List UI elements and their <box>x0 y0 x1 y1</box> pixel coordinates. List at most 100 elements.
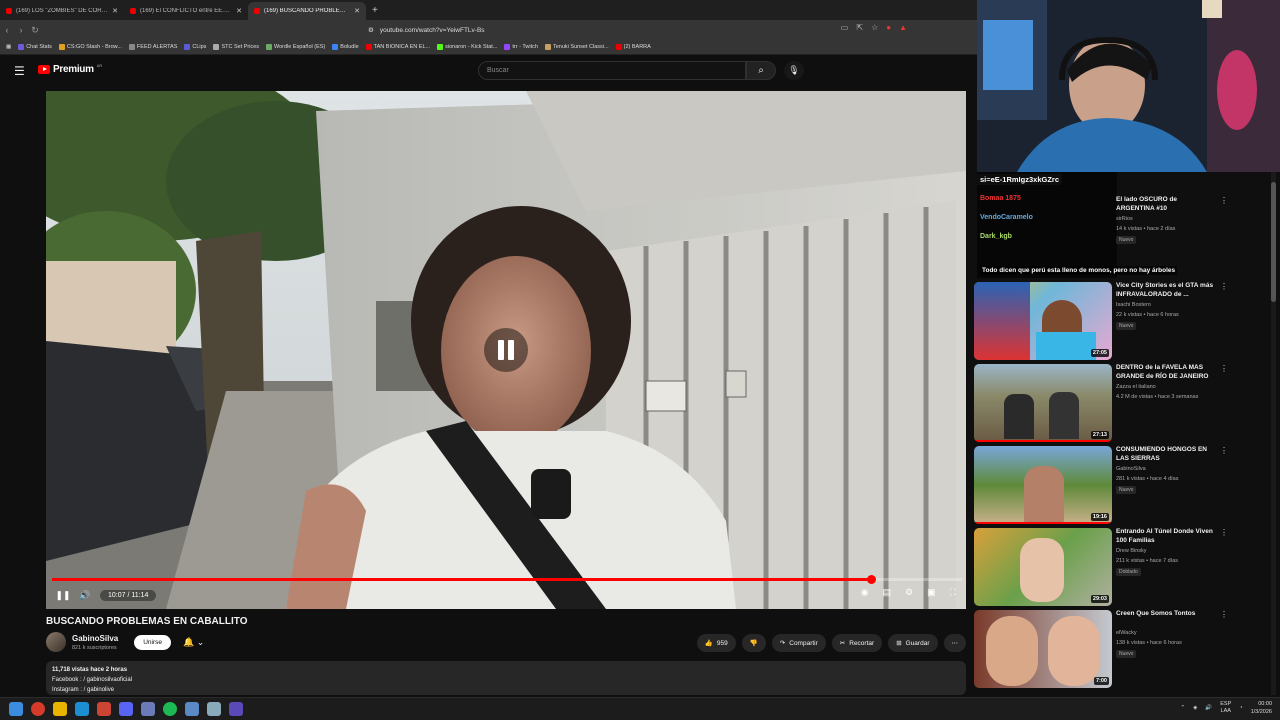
cast-icon[interactable]: ▭ <box>841 23 849 32</box>
language-indicator[interactable]: ESP LAA <box>1220 701 1231 715</box>
more-icon[interactable]: ⋮ <box>1220 282 1228 291</box>
obs-icon[interactable] <box>229 702 243 716</box>
bookmark-boludle[interactable]: Boludle <box>332 44 359 50</box>
bookmark-barra[interactable]: (2) BARRA <box>615 44 651 50</box>
more-icon[interactable]: ⋮ <box>1220 364 1228 373</box>
discord-icon[interactable] <box>119 702 133 716</box>
bookmark-csgo-stash[interactable]: CS:GO Stash - Brow... <box>58 44 122 50</box>
voice-search-button[interactable]: 🎙 <box>784 61 804 80</box>
back-icon[interactable]: ‹ <box>0 25 14 35</box>
extension-icon[interactable]: ● <box>886 23 891 32</box>
spotify-icon[interactable] <box>163 702 177 716</box>
video-progress-bar[interactable] <box>52 575 962 584</box>
subtitles-icon[interactable]: ▤ <box>883 587 892 598</box>
site-info-icon[interactable]: ⚙ <box>368 26 374 34</box>
bookmark-twitch[interactable]: trr - Twitch <box>504 44 538 50</box>
search-button[interactable]: ⌕ <box>746 61 776 80</box>
save-button[interactable]: ⊞ Guardar <box>888 634 938 652</box>
tab-zombies-cordoba[interactable]: (169) LOS "ZOMBIES" DE CORDOBA✕ <box>0 2 124 20</box>
pause-overlay-icon[interactable] <box>484 328 528 372</box>
watched-progress <box>974 440 1112 442</box>
fullscreen-icon[interactable]: ⛶ <box>950 587 956 598</box>
close-icon[interactable]: ✕ <box>354 7 360 15</box>
app-icon[interactable] <box>141 702 155 716</box>
windows-start-icon[interactable] <box>9 702 23 716</box>
search-input[interactable]: Buscar <box>478 61 746 80</box>
youtube-logo[interactable]: Premium AR <box>38 63 102 75</box>
progress-scrubber[interactable] <box>867 575 876 584</box>
description-box[interactable]: 11,718 vistas hace 2 horas Facebook : / … <box>46 661 966 695</box>
recommendation-item[interactable]: 29:03 Entrando Al Túnel Donde Viven 100 … <box>974 528 1274 608</box>
video-thumbnail[interactable]: 29:03 <box>974 528 1112 606</box>
app-icon[interactable] <box>185 702 199 716</box>
recommendation-item[interactable]: 19:16 CONSUMIENDO HONGOS EN LAS SIERRAS … <box>974 446 1274 526</box>
menu-icon[interactable]: ☰ <box>14 64 25 78</box>
apps-icon[interactable]: ▦ <box>6 44 11 50</box>
close-icon[interactable]: ✕ <box>112 7 118 15</box>
more-actions-button[interactable]: ⋯ <box>943 634 966 652</box>
join-button[interactable]: Unirse <box>134 634 172 650</box>
dislike-button[interactable]: 👎 <box>741 634 766 652</box>
scrollbar-thumb[interactable] <box>1271 182 1276 302</box>
url-field[interactable]: ⚙ youtube.com/watch?v=YeiwFTLv-Bs <box>368 23 908 37</box>
tab-conflicto[interactable]: (169) El CONFLICTO entre EE.UU. ✕ <box>124 2 248 20</box>
steam-icon[interactable] <box>75 702 89 716</box>
bookmark-icon <box>213 44 220 50</box>
chrome-icon[interactable] <box>97 702 111 716</box>
brave-browser-icon[interactable] <box>31 702 45 716</box>
video-thumbnail[interactable]: 7:00 <box>974 610 1112 688</box>
reload-icon[interactable]: ↻ <box>28 25 42 36</box>
file-explorer-icon[interactable] <box>53 702 67 716</box>
overlay-url-tag: si=eE-1RmIgz3xkGZrc <box>977 174 1062 185</box>
recommendation-item[interactable]: 7:00 Creen Que Somos Tontos elWacky 138 … <box>974 610 1274 690</box>
clock[interactable]: 00:00 1/3/2026 <box>1251 700 1272 716</box>
youtube-favicon-icon <box>130 8 136 14</box>
warning-icon[interactable]: ▲ <box>899 23 907 32</box>
bookmark-kick-stats[interactable]: sionaron - Kick Stat... <box>437 44 497 50</box>
share-icon[interactable]: ⇱ <box>856 23 863 32</box>
bookmark-wordle[interactable]: Wordle Español (ES) <box>266 44 325 50</box>
app-icon[interactable] <box>207 702 221 716</box>
clip-button[interactable]: ✂ Recortar <box>831 634 883 652</box>
notification-bell-icon[interactable]: 🔔 ⌄ <box>183 637 204 648</box>
miniplayer-icon[interactable]: ▣ <box>927 587 936 598</box>
wifi-icon[interactable]: ◔ <box>1239 705 1242 711</box>
video-player[interactable] <box>46 91 966 609</box>
recommendation-item[interactable]: 27:13 DENTRO de la FAVELA MÁS GRANDE de … <box>974 364 1274 444</box>
settings-icon[interactable]: ⚙ <box>905 587 913 598</box>
chevron-up-icon[interactable]: ⌃ <box>1181 705 1186 711</box>
youtube-play-icon <box>38 65 50 74</box>
pause-icon[interactable]: ❚❚ <box>52 590 74 601</box>
volume-icon[interactable]: 🔊 <box>1205 705 1212 711</box>
bookmark-feed-alertas[interactable]: FEED ALERTAS <box>128 44 177 50</box>
new-tab-button[interactable]: + <box>366 2 384 20</box>
bookmark-tan-bionica[interactable]: TAN BIONICA EN EL... <box>365 44 430 50</box>
share-button[interactable]: ↷ Compartir <box>771 634 826 652</box>
like-button[interactable]: 👍 959 <box>696 634 736 652</box>
more-icon[interactable]: ⋮ <box>1220 610 1228 619</box>
more-icon[interactable]: ⋮ <box>1220 446 1228 455</box>
recommendation-item[interactable]: El lado OSCURO de ARGENTINA #10 sirRios … <box>974 196 1274 276</box>
system-tray: ⌃ ◈ 🔊 ESP LAA ◔ 00:00 1/3/2026 <box>1181 700 1272 716</box>
volume-icon[interactable]: 🔊 <box>74 590 96 601</box>
video-thumbnail[interactable]: 27:05 <box>974 282 1112 360</box>
star-icon[interactable]: ☆ <box>871 23 878 32</box>
player-controls: ❚❚ 🔊 10:07 / 11:14 ◉ ▤ ⚙ ▣ ⛶ <box>46 585 966 605</box>
tab-buscando-problemas[interactable]: (169) BUSCANDO PROBLEMAS ✕ <box>248 2 366 20</box>
bookmark-stc[interactable]: STC Set Prices <box>213 44 259 50</box>
bookmark-tenuki[interactable]: Tenuki Sunset Classi... <box>544 44 609 50</box>
forward-icon[interactable]: › <box>14 25 28 35</box>
more-icon[interactable]: ⋮ <box>1220 528 1228 537</box>
channel-name[interactable]: GabinoSilva <box>72 634 118 643</box>
video-thumbnail[interactable]: 19:16 <box>974 446 1112 524</box>
close-icon[interactable]: ✕ <box>236 7 242 15</box>
sidebar-scrollbar[interactable] <box>1271 172 1276 695</box>
more-icon[interactable]: ⋮ <box>1220 196 1228 205</box>
recommendation-item[interactable]: 27:05 Vice City Stories es el GTA más IN… <box>974 282 1274 362</box>
channel-avatar[interactable] <box>46 632 66 652</box>
bookmark-clips[interactable]: CLips <box>184 44 206 50</box>
network-icon[interactable]: ◈ <box>1193 705 1197 711</box>
autoplay-toggle-icon[interactable]: ◉ <box>861 587 869 598</box>
bookmark-chat-stats[interactable]: Chat Stats <box>18 44 52 50</box>
video-thumbnail[interactable]: 27:13 <box>974 364 1112 442</box>
